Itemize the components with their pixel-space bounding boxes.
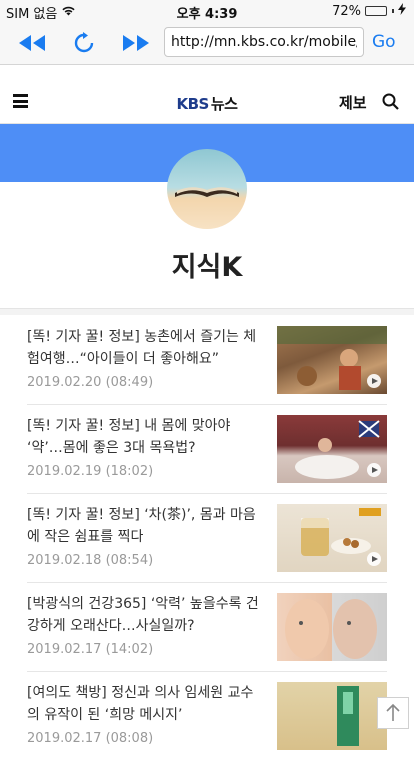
article-title: [똑! 기자 꿀! 정보] 농촌에서 즐기는 체험여행…“아이들이 더 좋아해요…	[27, 329, 257, 367]
open-book-icon	[175, 187, 239, 197]
rewind-button[interactable]	[16, 28, 48, 58]
article-item[interactable]: [똑! 기자 꿀! 정보] ‘차(茶)’, 몸과 마음에 작은 쉼표를 찍다 2…	[27, 504, 387, 592]
logo-brand: KBS	[176, 95, 210, 113]
reload-button[interactable]	[70, 28, 98, 58]
logo-suffix: 뉴스	[210, 95, 238, 113]
section-title: 지식K	[171, 252, 243, 283]
charging-icon	[398, 3, 406, 19]
battery-icon	[365, 6, 387, 16]
article-date: 2019.02.19 (18:02)	[27, 464, 154, 479]
scroll-to-top-button[interactable]	[377, 697, 409, 729]
section-divider	[0, 308, 414, 315]
article-date: 2019.02.18 (08:54)	[27, 553, 154, 568]
article-title: [똑! 기자 꿀! 정보] ‘차(茶)’, 몸과 마음에 작은 쉼표를 찍다	[27, 507, 256, 545]
article-title: [똑! 기자 꿀! 정보] 내 몸에 맞아야 ‘약’…몸에 좋은 3대 목욕법?	[27, 418, 231, 456]
report-link[interactable]: 제보	[339, 92, 367, 113]
article-item[interactable]: [똑! 기자 꿀! 정보] 내 몸에 맞아야 ‘약’…몸에 좋은 3대 목욕법?…	[27, 415, 387, 503]
play-icon	[367, 374, 381, 388]
item-separator	[27, 404, 387, 405]
battery-tip	[392, 9, 394, 13]
article-item[interactable]: [여의도 책방] 정신과 의사 임세원 교수의 유작이 된 ‘희망 메시지’ 2…	[27, 682, 387, 770]
article-thumbnail	[277, 326, 387, 394]
section-profile-image	[167, 149, 247, 229]
article-item[interactable]: [박광식의 건강365] ‘악력’ 높을수록 건강하게 오래산다…사실일까? 2…	[27, 593, 387, 681]
article-date: 2019.02.17 (08:08)	[27, 731, 154, 746]
article-thumbnail	[277, 504, 387, 572]
url-input[interactable]	[164, 27, 364, 57]
go-button[interactable]: Go	[372, 32, 396, 52]
article-date: 2019.02.20 (08:49)	[27, 375, 154, 390]
battery-percent: 72%	[332, 3, 361, 19]
article-title: [박광식의 건강365] ‘악력’ 높을수록 건강하게 오래산다…사실일까?	[27, 596, 259, 634]
article-title: [여의도 책방] 정신과 의사 임세원 교수의 유작이 된 ‘희망 메시지’	[27, 685, 254, 723]
article-thumbnail	[277, 415, 387, 483]
play-icon	[367, 552, 381, 566]
article-item[interactable]: [똑! 기자 꿀! 정보] 농촌에서 즐기는 체험여행…“아이들이 더 좋아해요…	[27, 326, 387, 414]
rewind-icon	[19, 35, 45, 51]
article-date: 2019.02.17 (14:02)	[27, 642, 154, 657]
play-icon	[367, 463, 381, 477]
article-thumbnail	[277, 682, 387, 750]
reload-icon	[74, 32, 94, 53]
fast-forward-icon	[123, 35, 149, 51]
browser-toolbar: Go	[0, 22, 414, 65]
search-icon[interactable]	[382, 93, 399, 114]
item-separator	[27, 493, 387, 494]
article-thumbnail	[277, 593, 387, 661]
fast-forward-button[interactable]	[120, 28, 152, 58]
arrow-up-icon	[386, 703, 400, 721]
item-separator	[27, 671, 387, 672]
status-bar: SIM 없음 오후 4:39 72%	[0, 0, 414, 22]
item-separator	[27, 582, 387, 583]
site-header: KBS 뉴스 제보	[0, 65, 414, 124]
